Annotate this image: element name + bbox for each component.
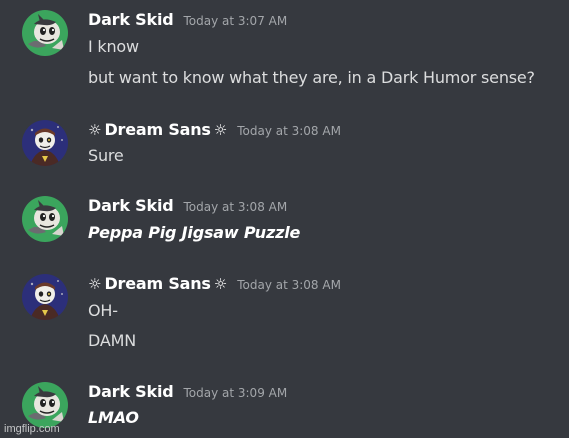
message-header: Dark Skid Today at 3:07 AM <box>88 10 287 32</box>
sun-icon: ☼ <box>88 275 102 293</box>
dark-skid-avatar-icon <box>22 196 68 242</box>
message-text: DAMN <box>88 331 136 350</box>
message-text: Peppa Pig Jigsaw Puzzle <box>88 223 301 242</box>
avatar[interactable] <box>22 274 68 320</box>
username[interactable]: Dream Sans <box>104 120 211 139</box>
avatar[interactable] <box>22 382 68 428</box>
dark-skid-avatar-icon <box>22 382 68 428</box>
avatar[interactable] <box>22 10 68 56</box>
message-header: Dark Skid Today at 3:09 AM <box>88 382 287 404</box>
watermark: imgflip.com <box>4 423 60 435</box>
message-text: but want to know what they are, in a Dar… <box>88 68 535 87</box>
message-header: ☼ Dream Sans ☼ Today at 3:08 AM <box>88 274 341 296</box>
username[interactable]: Dark Skid <box>88 196 174 215</box>
avatar[interactable] <box>22 196 68 242</box>
message-header: Dark Skid Today at 3:08 AM <box>88 196 287 218</box>
username[interactable]: Dark Skid <box>88 10 174 29</box>
username[interactable]: Dream Sans <box>104 274 211 293</box>
avatar[interactable] <box>22 120 68 166</box>
timestamp[interactable]: Today at 3:07 AM <box>183 14 287 28</box>
message-text: Sure <box>88 146 124 165</box>
username[interactable]: Dark Skid <box>88 382 174 401</box>
message-text: I know <box>88 37 139 56</box>
timestamp[interactable]: Today at 3:08 AM <box>183 200 287 214</box>
message-header: ☼ Dream Sans ☼ Today at 3:08 AM <box>88 120 341 142</box>
sun-icon: ☼ <box>88 121 102 139</box>
timestamp[interactable]: Today at 3:08 AM <box>237 278 341 292</box>
sun-icon: ☼ <box>213 275 228 293</box>
dream-sans-avatar-icon <box>22 274 68 320</box>
timestamp[interactable]: Today at 3:09 AM <box>183 386 287 400</box>
message-text: OH- <box>88 301 118 320</box>
dark-skid-avatar-icon <box>22 10 68 56</box>
timestamp[interactable]: Today at 3:08 AM <box>237 124 341 138</box>
sun-icon: ☼ <box>213 121 228 139</box>
dream-sans-avatar-icon <box>22 120 68 166</box>
message-text: LMAO <box>88 408 139 427</box>
